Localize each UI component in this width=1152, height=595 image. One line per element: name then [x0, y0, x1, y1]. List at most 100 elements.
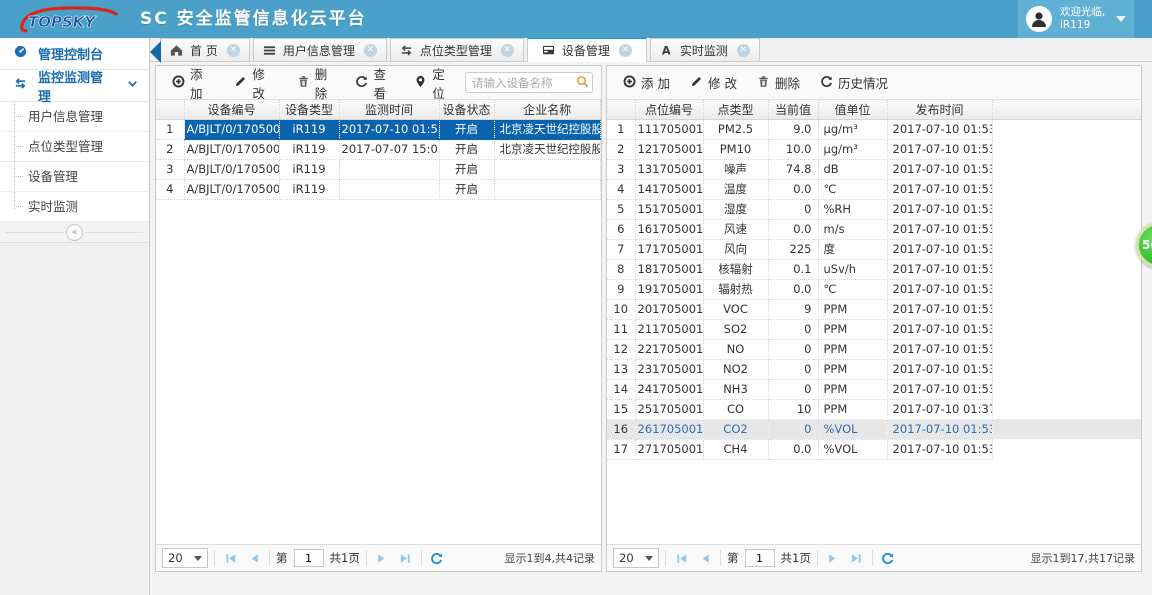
trash-icon	[757, 75, 770, 91]
point-table: 点位编号 点类型 当前值 值单位 发布时间 1 111705001 PM2.5 9.0 μg/m³…	[607, 100, 1141, 460]
dashboard-icon	[14, 45, 27, 62]
sidebar-item-设备管理[interactable]: 设备管理	[0, 162, 149, 192]
table-row[interactable]: 1111705001PM2.59.0μg/m³2017-07-10 01:53:…	[607, 119, 1141, 140]
sidebar-item-实时监测[interactable]: 实时监测	[0, 192, 149, 222]
column-header[interactable]: 当前值	[768, 100, 819, 120]
next-page-button[interactable]	[373, 549, 391, 567]
table-row[interactable]: 11211705001SO20PPM2017-07-10 01:53:22	[607, 319, 1141, 340]
column-header[interactable]: 点类型	[703, 100, 769, 120]
table-row[interactable]: 3131705001噪声74.8dB2017-07-10 01:53:22	[607, 159, 1141, 180]
column-header[interactable]: 点位编号	[635, 100, 704, 120]
table-row[interactable]: 3 A/BJLT/0/1705003 iR119 开启	[156, 159, 601, 180]
next-page-button[interactable]	[824, 549, 842, 567]
edit-button[interactable]: 修 改	[682, 69, 745, 96]
refresh-icon[interactable]	[428, 549, 446, 567]
sidebar-item-用户信息管理[interactable]: 用户信息管理	[0, 102, 149, 132]
table-row[interactable]: 6161705001风速0.0m/s2017-07-10 01:53:21	[607, 219, 1141, 240]
column-header[interactable]: 监测时间	[339, 100, 440, 120]
first-page-button[interactable]	[221, 549, 239, 567]
table-cell: 湿度	[703, 199, 769, 220]
sidebar-item-console[interactable]: 管理控制台	[0, 38, 149, 70]
tab-实时监测[interactable]: A 实时监测 ✕	[649, 38, 760, 61]
table-row[interactable]: 2121705001PM1010.0μg/m³2017-07-10 01:53:…	[607, 139, 1141, 160]
sidebar-item-点位类型管理[interactable]: 点位类型管理	[0, 132, 149, 162]
swap-icon	[400, 44, 413, 57]
search-input[interactable]	[465, 72, 593, 93]
prev-page-button[interactable]	[245, 549, 263, 567]
table-cell: ℃	[818, 279, 888, 300]
close-icon[interactable]: ✕	[226, 43, 240, 57]
view-button[interactable]: 查看	[347, 60, 402, 106]
table-cell: 0	[768, 319, 819, 340]
close-icon[interactable]: ✕	[500, 43, 514, 57]
refresh-icon[interactable]	[879, 549, 897, 567]
table-row[interactable]: 1A/BJLT/0/1705001iR1192017-07-10 01:53:2…	[156, 119, 601, 140]
row-number: 2	[607, 139, 636, 160]
add-button[interactable]: 添 加	[164, 60, 222, 106]
tab-用户信息管理[interactable]: 用户信息管理 ✕	[252, 38, 387, 61]
table-cell: NO	[703, 339, 769, 360]
record-summary: 显示1到4,共4记录	[504, 552, 596, 565]
page-number-input[interactable]	[744, 549, 775, 567]
column-header[interactable]: 设备编号	[184, 100, 280, 120]
table-row[interactable]: 14241705001NH30PPM2017-07-10 01:53:21	[607, 379, 1141, 400]
column-header[interactable]: 设备类型	[279, 100, 340, 120]
column-header[interactable]: 值单位	[818, 100, 888, 120]
table-cell: 2017-07-10 01:53:21	[887, 139, 993, 160]
table-row[interactable]: 12221705001NO0PPM2017-07-10 01:53:21	[607, 339, 1141, 360]
table-cell: 2017-07-10 01:53:22	[887, 419, 993, 440]
first-page-button[interactable]	[672, 549, 690, 567]
table-cell: 2017-07-10 01:37:01	[887, 399, 993, 420]
table-cell: iR119	[279, 179, 340, 200]
table-cell: PPM	[818, 339, 888, 360]
table-cell: 0.0	[768, 279, 819, 300]
row-number: 15	[607, 399, 636, 420]
close-icon[interactable]: ✕	[363, 43, 377, 57]
page-title: SC 安全监管信息化云平台	[140, 9, 367, 29]
table-cell: 0	[768, 419, 819, 440]
page-size-select[interactable]: 20	[162, 548, 208, 568]
table-row[interactable]: 13231705001NO20PPM2017-07-10 01:53:22	[607, 359, 1141, 380]
page-number-input[interactable]	[293, 549, 324, 567]
column-header[interactable]: 设备状态	[439, 100, 495, 120]
tab-首页[interactable]: 首 页 ✕	[160, 38, 250, 61]
table-row[interactable]: 8181705001核辐射0.1uSv/h2017-07-10 01:53:21	[607, 259, 1141, 280]
table-row[interactable]: 15251705001CO10PPM2017-07-10 01:37:01	[607, 399, 1141, 420]
last-page-button[interactable]	[848, 549, 866, 567]
table-row[interactable]: 7171705001风向225度2017-07-10 01:53:21	[607, 239, 1141, 260]
column-header[interactable]: 企业名称	[494, 100, 601, 120]
table-row[interactable]: 4141705001温度0.0℃2017-07-10 01:53:22	[607, 179, 1141, 200]
table-cell: 10.0	[768, 139, 819, 160]
tab-设备管理[interactable]: 设备管理 ✕	[526, 37, 647, 62]
history-button[interactable]: 历史情况	[812, 69, 896, 96]
sidebar-item-monitoring[interactable]: 监控监测管理	[0, 70, 149, 105]
close-icon[interactable]: ✕	[736, 43, 750, 57]
table-header-row: 设备编号 设备类型 监测时间 设备状态 企业名称	[156, 100, 601, 120]
last-page-button[interactable]	[397, 549, 415, 567]
search-icon[interactable]	[576, 75, 589, 91]
prev-page-button[interactable]	[696, 549, 714, 567]
panel-collapse-arrow-icon[interactable]	[150, 41, 161, 63]
user-menu[interactable]: 欢迎光临, iR119	[1018, 0, 1134, 38]
table-row[interactable]: 17271705001CH40.0%VOL2017-07-10 01:53:21	[607, 439, 1141, 460]
table-row[interactable]: 5151705001湿度0%RH2017-07-10 01:53:22	[607, 199, 1141, 220]
table-row[interactable]: 2A/BJLT/0/1705002iR1192017-07-07 15:03:0…	[156, 139, 601, 160]
pencil-icon	[234, 75, 247, 91]
table-cell	[494, 159, 601, 180]
table-row[interactable]: 9191705001辐射热0.0℃2017-07-10 01:53:21	[607, 279, 1141, 300]
page-size-select[interactable]: 20	[613, 548, 659, 568]
table-row[interactable]: 16261705001CO20%VOL2017-07-10 01:53:22	[607, 419, 1141, 440]
table-cell: 2017-07-10 01:53:21	[887, 379, 993, 400]
device-table-wrap: 设备编号 设备类型 监测时间 设备状态 企业名称 1 A/BJLT/0/1705001 iR1…	[156, 100, 601, 544]
close-icon[interactable]: ✕	[618, 44, 632, 57]
delete-button[interactable]: 删除	[289, 60, 344, 106]
table-row[interactable]: 10201705001VOC9PPM2017-07-10 01:53:22	[607, 299, 1141, 320]
column-header[interactable]: 发布时间	[887, 100, 993, 120]
add-button[interactable]: 添 加	[615, 69, 678, 96]
table-row[interactable]: 4 A/BJLT/0/1705004 iR119 开启	[156, 179, 601, 200]
locate-button[interactable]: 定位	[406, 60, 461, 106]
sidebar-collapse-button[interactable]: «	[0, 222, 149, 242]
tab-点位类型管理[interactable]: 点位类型管理 ✕	[389, 38, 524, 61]
delete-button[interactable]: 删除	[749, 69, 808, 96]
edit-button[interactable]: 修 改	[226, 60, 284, 106]
